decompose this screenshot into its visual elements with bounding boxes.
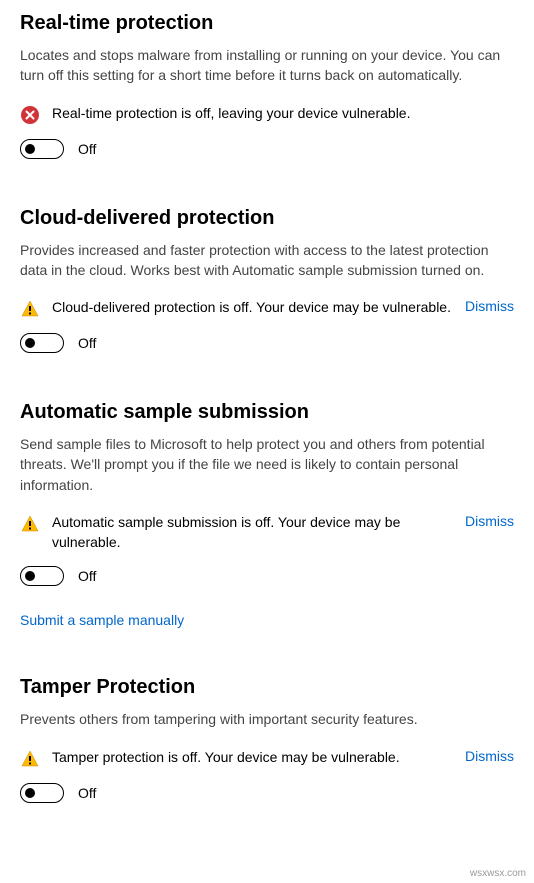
cloud-description: Provides increased and faster protection…: [20, 240, 514, 281]
realtime-alert-row: Real-time protection is off, leaving you…: [20, 104, 514, 125]
cloud-dismiss-link[interactable]: Dismiss: [465, 298, 514, 314]
warning-icon: [20, 749, 40, 769]
sample-dismiss-link[interactable]: Dismiss: [465, 513, 514, 529]
warning-icon: [20, 514, 40, 534]
submit-sample-manually-link[interactable]: Submit a sample manually: [20, 612, 184, 628]
tamper-title: Tamper Protection: [20, 676, 514, 699]
sample-title: Automatic sample submission: [20, 401, 514, 424]
cloud-toggle[interactable]: [20, 333, 64, 353]
tamper-description: Prevents others from tampering with impo…: [20, 709, 514, 729]
realtime-toggle-row: Off: [20, 139, 514, 159]
section-tamper-protection: Tamper Protection Prevents others from t…: [20, 676, 514, 802]
sample-alert-text: Automatic sample submission is off. Your…: [52, 513, 453, 552]
tamper-alert-text: Tamper protection is off. Your device ma…: [52, 748, 453, 768]
sample-description: Send sample files to Microsoft to help p…: [20, 434, 514, 495]
sample-toggle[interactable]: [20, 566, 64, 586]
toggle-knob: [25, 338, 35, 348]
cloud-alert-row: Cloud-delivered protection is off. Your …: [20, 298, 514, 319]
sample-toggle-label: Off: [78, 568, 96, 584]
sample-alert-row: Automatic sample submission is off. Your…: [20, 513, 514, 552]
section-cloud-protection: Cloud-delivered protection Provides incr…: [20, 207, 514, 354]
toggle-knob: [25, 571, 35, 581]
tamper-dismiss-link[interactable]: Dismiss: [465, 748, 514, 764]
tamper-alert-row: Tamper protection is off. Your device ma…: [20, 748, 514, 769]
tamper-toggle-row: Off: [20, 783, 514, 803]
cloud-title: Cloud-delivered protection: [20, 207, 514, 230]
realtime-toggle[interactable]: [20, 139, 64, 159]
section-sample-submission: Automatic sample submission Send sample …: [20, 401, 514, 628]
error-icon: [20, 105, 40, 125]
watermark: wsxwsx.com: [470, 868, 526, 879]
section-realtime-protection: Real-time protection Locates and stops m…: [20, 12, 514, 159]
tamper-toggle-label: Off: [78, 785, 96, 801]
sample-toggle-row: Off: [20, 566, 514, 586]
toggle-knob: [25, 788, 35, 798]
tamper-toggle[interactable]: [20, 783, 64, 803]
cloud-toggle-row: Off: [20, 333, 514, 353]
cloud-toggle-label: Off: [78, 335, 96, 351]
warning-icon: [20, 299, 40, 319]
toggle-knob: [25, 144, 35, 154]
realtime-toggle-label: Off: [78, 141, 96, 157]
realtime-description: Locates and stops malware from installin…: [20, 45, 514, 86]
realtime-alert-text: Real-time protection is off, leaving you…: [52, 104, 514, 124]
realtime-title: Real-time protection: [20, 12, 514, 35]
cloud-alert-text: Cloud-delivered protection is off. Your …: [52, 298, 453, 318]
